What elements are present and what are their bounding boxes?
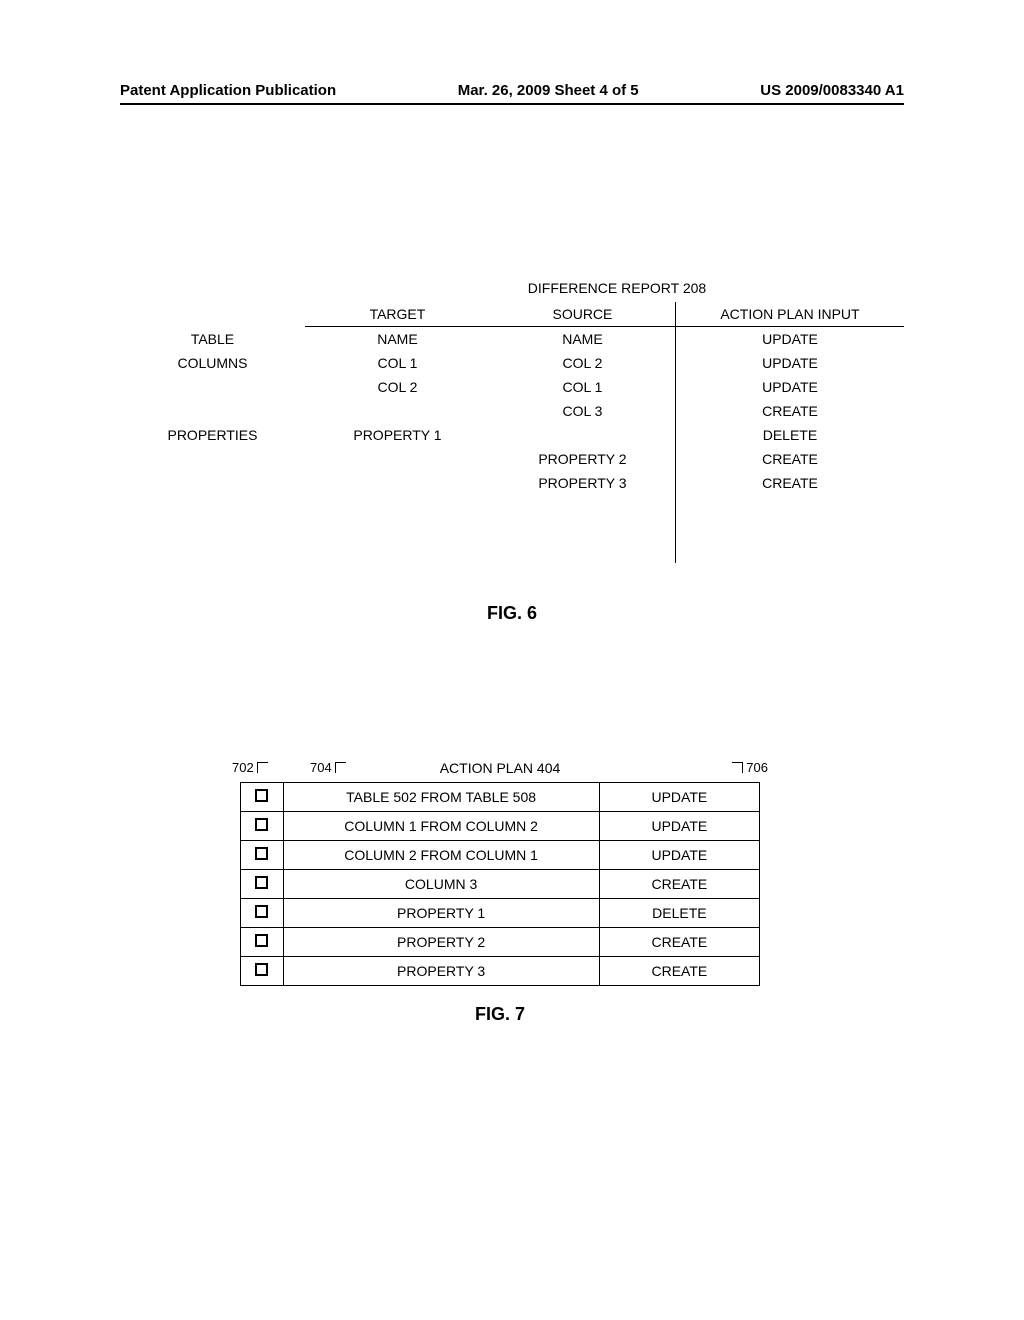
col-header-source: SOURCE	[490, 302, 676, 327]
row-label	[120, 399, 305, 423]
action-cell: CREATE	[675, 471, 904, 495]
table-row: COLUMNS COL 1 COL 2 UPDATE	[120, 351, 904, 375]
table-row: PROPERTY 1 DELETE	[241, 899, 760, 928]
fig7-caption: FIG. 7	[240, 1004, 760, 1025]
row-label	[120, 375, 305, 399]
action-cell: UPDATE	[675, 327, 904, 352]
action-desc: COLUMN 1 FROM COLUMN 2	[283, 812, 599, 841]
row-label: COLUMNS	[120, 351, 305, 375]
col-header-action: ACTION PLAN INPUT	[675, 302, 904, 327]
table-row: COLUMN 3 CREATE	[241, 870, 760, 899]
action-desc: COLUMN 2 FROM COLUMN 1	[283, 841, 599, 870]
action-desc: TABLE 502 FROM TABLE 508	[283, 783, 599, 812]
source-cell: PROPERTY 3	[490, 471, 676, 495]
target-cell: COL 2	[305, 375, 490, 399]
table-row: COL 2 COL 1 UPDATE	[120, 375, 904, 399]
table-row: COLUMN 2 FROM COLUMN 1 UPDATE	[241, 841, 760, 870]
action-type: DELETE	[599, 899, 759, 928]
action-type: CREATE	[599, 870, 759, 899]
row-label	[120, 447, 305, 471]
checkbox-icon[interactable]	[255, 789, 268, 802]
col-header-target: TARGET	[305, 302, 490, 327]
target-cell	[305, 399, 490, 423]
fig6-caption: FIG. 6	[120, 603, 904, 624]
checkbox-icon[interactable]	[255, 934, 268, 947]
action-cell: DELETE	[675, 423, 904, 447]
source-cell	[490, 423, 676, 447]
table-row: PROPERTY 2 CREATE	[120, 447, 904, 471]
header-pub-number: US 2009/0083340 A1	[760, 82, 904, 99]
action-cell: UPDATE	[675, 351, 904, 375]
table-row: PROPERTIES PROPERTY 1 DELETE	[120, 423, 904, 447]
checkbox-icon[interactable]	[255, 847, 268, 860]
checkbox-icon[interactable]	[255, 963, 268, 976]
checkbox-icon[interactable]	[255, 818, 268, 831]
source-cell: COL 1	[490, 375, 676, 399]
figure-7: 702 704 ACTION PLAN 404 706 TABLE 502 FR…	[240, 760, 760, 1025]
row-label	[120, 471, 305, 495]
header-publication: Patent Application Publication	[120, 82, 336, 99]
target-cell: NAME	[305, 327, 490, 352]
table-row: COL 3 CREATE	[120, 399, 904, 423]
row-label: TABLE	[120, 327, 305, 352]
source-cell: COL 3	[490, 399, 676, 423]
page-header: Patent Application Publication Mar. 26, …	[120, 82, 904, 105]
target-cell: PROPERTY 1	[305, 423, 490, 447]
target-cell	[305, 471, 490, 495]
action-cell: UPDATE	[675, 375, 904, 399]
checkbox-icon[interactable]	[255, 905, 268, 918]
source-cell: NAME	[490, 327, 676, 352]
fig6-title: DIFFERENCE REPORT 208	[330, 280, 904, 296]
action-type: CREATE	[599, 957, 759, 986]
table-row: TABLE 502 FROM TABLE 508 UPDATE	[241, 783, 760, 812]
target-cell: COL 1	[305, 351, 490, 375]
source-cell: PROPERTY 2	[490, 447, 676, 471]
action-desc: COLUMN 3	[283, 870, 599, 899]
action-cell: CREATE	[675, 399, 904, 423]
action-type: UPDATE	[599, 841, 759, 870]
header-date-sheet: Mar. 26, 2009 Sheet 4 of 5	[458, 82, 639, 99]
target-cell	[305, 447, 490, 471]
row-label: PROPERTIES	[120, 423, 305, 447]
action-plan-table: TABLE 502 FROM TABLE 508 UPDATE COLUMN 1…	[240, 782, 760, 986]
table-row	[120, 495, 904, 563]
action-type: UPDATE	[599, 812, 759, 841]
checkbox-icon[interactable]	[255, 876, 268, 889]
action-type: UPDATE	[599, 783, 759, 812]
table-row: PROPERTY 3 CREATE	[241, 957, 760, 986]
action-desc: PROPERTY 1	[283, 899, 599, 928]
action-desc: PROPERTY 3	[283, 957, 599, 986]
action-desc: PROPERTY 2	[283, 928, 599, 957]
table-row: TABLE NAME NAME UPDATE	[120, 327, 904, 352]
table-row: PROPERTY 2 CREATE	[241, 928, 760, 957]
fig7-title: ACTION PLAN 404	[240, 760, 760, 776]
action-cell: CREATE	[675, 447, 904, 471]
ref-706: 706	[730, 760, 768, 775]
table-row: COLUMN 1 FROM COLUMN 2 UPDATE	[241, 812, 760, 841]
table-row: PROPERTY 3 CREATE	[120, 471, 904, 495]
figure-6: DIFFERENCE REPORT 208 TARGET SOURCE ACTI…	[120, 280, 904, 624]
action-type: CREATE	[599, 928, 759, 957]
difference-report-table: TARGET SOURCE ACTION PLAN INPUT TABLE NA…	[120, 302, 904, 563]
source-cell: COL 2	[490, 351, 676, 375]
